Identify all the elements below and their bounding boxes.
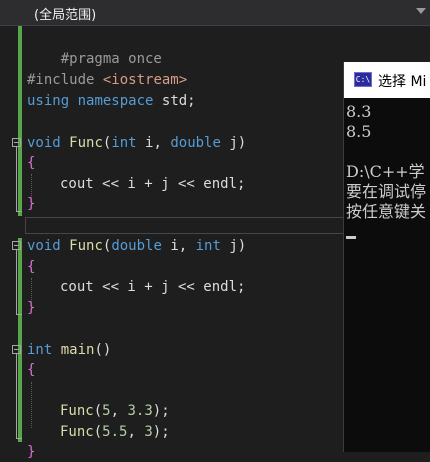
code-line: } xyxy=(27,298,35,318)
change-bar xyxy=(18,26,22,216)
console-output-line: 8.3 xyxy=(346,102,372,121)
console-cursor xyxy=(346,236,356,239)
scope-label: (全局范围) xyxy=(34,8,97,23)
keyword: using xyxy=(27,93,70,109)
code-line: #include <iostream> xyxy=(27,70,187,90)
paren: ) xyxy=(237,238,247,254)
include-directive: #include xyxy=(27,72,95,88)
comma: , xyxy=(127,424,136,440)
fold-collapse-icon[interactable] xyxy=(12,345,21,354)
code-line: using namespace std; xyxy=(27,91,196,111)
paren: ( xyxy=(93,424,103,440)
identifier: i, xyxy=(145,135,162,151)
semicolon: ; xyxy=(161,403,170,419)
chevron-down-icon[interactable] xyxy=(416,8,426,14)
console-output-line: 要在调试停 xyxy=(346,182,427,201)
number-literal: 5.5 xyxy=(102,424,128,440)
code-line: { xyxy=(27,257,35,277)
brace: } xyxy=(27,196,36,212)
keyword: int xyxy=(195,238,221,254)
fold-guide xyxy=(16,250,17,314)
code-line: cout << i + j << endl; xyxy=(27,174,245,194)
function-name: Func xyxy=(69,135,103,151)
number-literal: 3.3 xyxy=(127,403,153,419)
paren: ) xyxy=(102,342,112,358)
paren: ( xyxy=(94,342,103,358)
identifier: i, xyxy=(170,238,188,254)
console-icon: C:\ xyxy=(354,72,372,87)
keyword: int xyxy=(27,342,53,358)
fold-guide xyxy=(16,438,22,439)
code-line: void Func(int i, double j) xyxy=(27,133,246,153)
console-title: 选择 Mi xyxy=(378,74,427,90)
semicolon: ; xyxy=(161,424,170,440)
keyword: int xyxy=(111,135,137,151)
code-line: } xyxy=(27,194,35,214)
comma: , xyxy=(110,403,120,419)
code-line: Func(5, 3.3); xyxy=(27,401,170,421)
fold-collapse-icon[interactable] xyxy=(12,241,21,250)
current-line-highlight xyxy=(25,217,345,234)
keyword: namespace xyxy=(77,93,154,109)
pragma-directive: #pragma once xyxy=(60,51,162,67)
code-line: #pragma once xyxy=(27,29,162,67)
code-line: cout << i + j << endl; xyxy=(27,277,245,297)
keyword: double xyxy=(170,135,221,151)
function-call: Func xyxy=(60,424,94,440)
fold-collapse-icon[interactable] xyxy=(12,138,21,147)
keyword: double xyxy=(111,238,162,254)
identifier: j xyxy=(229,135,238,151)
number-literal: 3 xyxy=(144,424,153,440)
brace: } xyxy=(27,300,36,316)
editor-gutter xyxy=(0,26,10,452)
change-bar xyxy=(18,238,22,442)
brace: { xyxy=(27,362,36,378)
console-titlebar[interactable]: C:\ 选择 Mi xyxy=(344,62,430,98)
keyword: void xyxy=(27,135,61,151)
include-header: <iostream> xyxy=(102,72,188,88)
identifier: std; xyxy=(161,93,196,109)
statement: cout << i + j << endl; xyxy=(60,279,246,295)
paren: ) xyxy=(152,403,162,419)
fold-guide xyxy=(16,211,22,212)
console-window[interactable]: C:\ 选择 Mi 8.3 8.5 D:\C++学 要在调试停 按任意键关 xyxy=(343,62,430,452)
function-name: main xyxy=(60,342,95,358)
fold-guide xyxy=(16,314,22,315)
keyword: void xyxy=(27,238,61,254)
paren: ) xyxy=(237,135,247,151)
code-line: int main() xyxy=(27,340,111,360)
fold-guide xyxy=(16,147,17,211)
statement: cout << i + j << endl; xyxy=(60,176,246,192)
brace: { xyxy=(27,155,36,171)
brace: } xyxy=(27,444,36,460)
console-output-line: 按任意键关 xyxy=(346,202,427,221)
number-literal: 5 xyxy=(102,403,111,419)
paren: ) xyxy=(152,424,162,440)
console-output-line: D:\C++学 xyxy=(346,162,425,181)
function-name: Func xyxy=(69,238,103,254)
code-line: { xyxy=(27,153,35,173)
identifier: j xyxy=(229,238,238,254)
code-line: Func(5.5, 3); xyxy=(27,422,170,442)
paren: ( xyxy=(93,403,103,419)
fold-guide xyxy=(16,354,17,438)
console-output-line: 8.5 xyxy=(346,122,372,141)
code-line: void Func(double i, int j) xyxy=(27,236,246,256)
brace: { xyxy=(27,259,36,275)
code-line: } xyxy=(27,442,35,462)
code-line: { xyxy=(27,360,35,380)
function-call: Func xyxy=(60,403,94,419)
scope-dropdown[interactable]: (全局范围) xyxy=(0,0,430,26)
